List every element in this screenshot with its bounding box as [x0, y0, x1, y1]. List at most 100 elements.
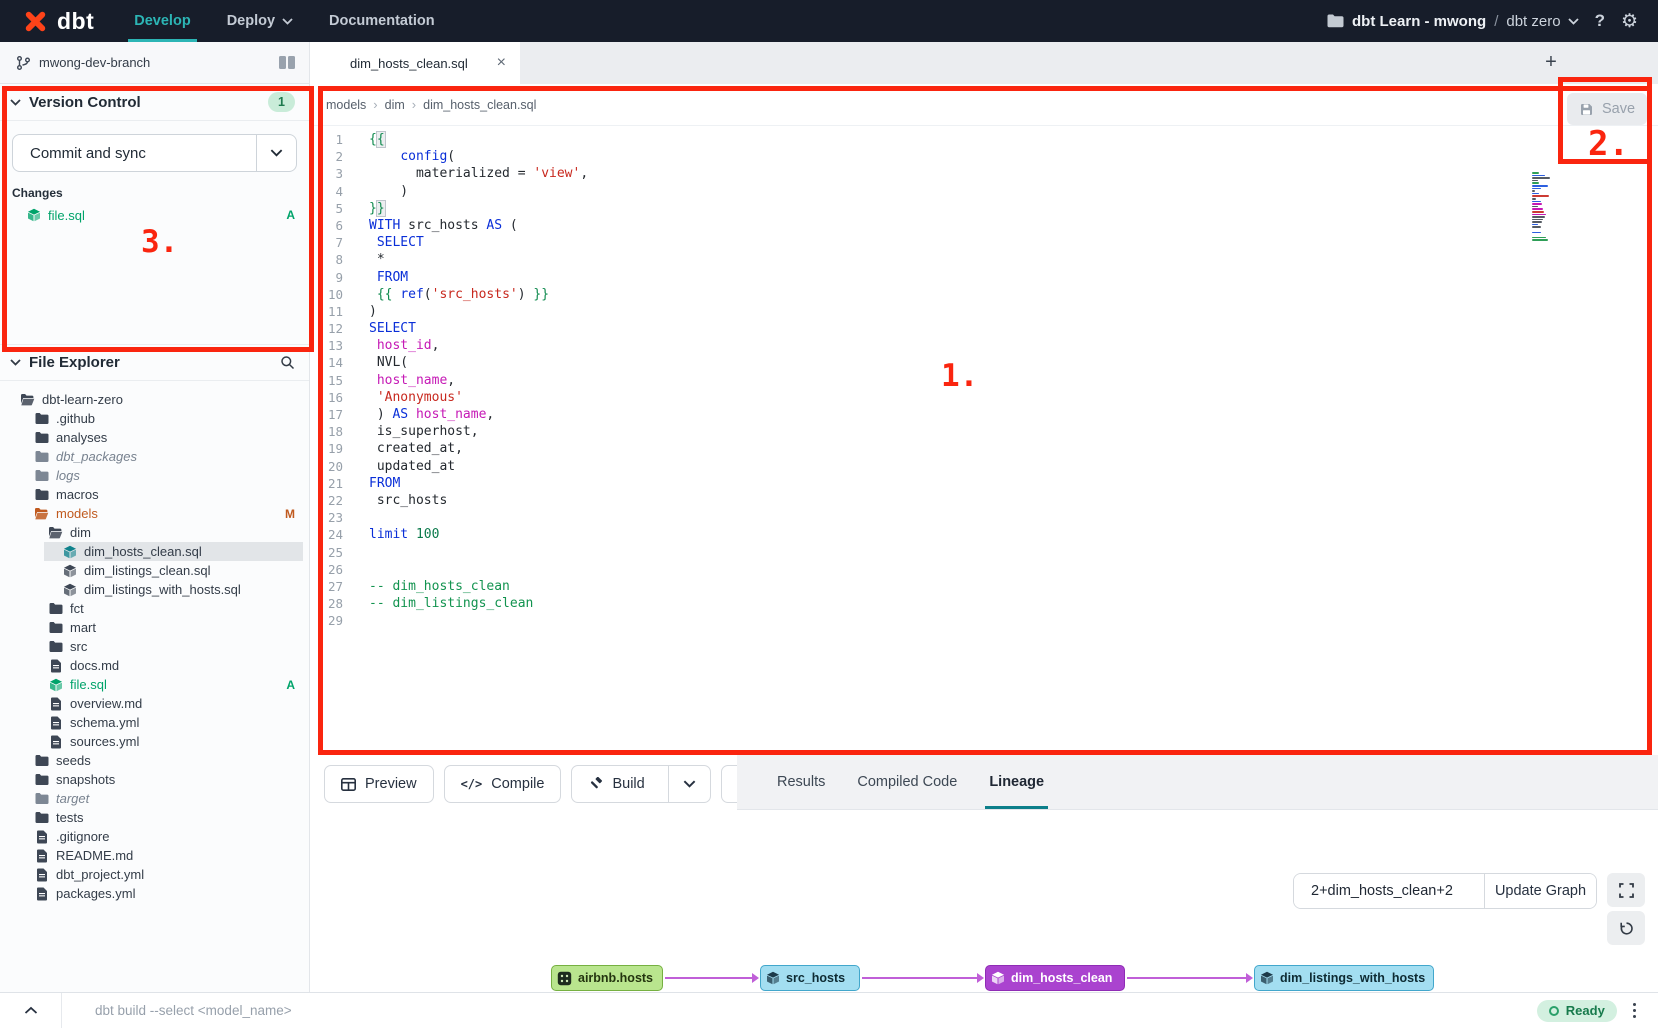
menu-item-deploy[interactable]: Deploy — [213, 0, 307, 42]
dbt-brand[interactable]: dbt — [0, 0, 120, 42]
changed-file-file.sql[interactable]: file.sqlA — [0, 204, 309, 226]
line-number: 5 — [310, 200, 356, 217]
tree-item-target[interactable]: target — [0, 789, 309, 808]
help-icon[interactable]: ? — [1595, 11, 1605, 31]
line-number: 3 — [310, 165, 356, 182]
line-number: 7 — [310, 234, 356, 251]
tree-item-file.sql[interactable]: file.sqlA — [0, 675, 309, 694]
tree-item-dbt_project.yml[interactable]: dbt_project.yml — [0, 865, 309, 884]
tab-lineage[interactable]: Lineage — [989, 755, 1044, 809]
update-graph-button[interactable]: Update Graph — [1484, 874, 1596, 908]
code-line: 22 src_hosts — [310, 492, 1658, 509]
tree-item-seeds[interactable]: seeds — [0, 751, 309, 770]
tree-item-packages.yml[interactable]: packages.yml — [0, 884, 309, 903]
commit-and-sync-button[interactable]: Commit and sync — [13, 135, 256, 171]
model-cube-icon — [991, 971, 1005, 985]
save-button[interactable]: Save — [1567, 93, 1647, 125]
tree-item-mart[interactable]: mart — [0, 618, 309, 637]
code-line: 15 host_name, — [310, 372, 1658, 389]
lineage-node-dim_hosts_clean[interactable]: dim_hosts_clean — [985, 965, 1125, 991]
line-number: 14 — [310, 354, 356, 371]
tree-item-fct[interactable]: fct — [0, 599, 309, 618]
code-text: config( — [356, 148, 455, 165]
build-split-button: Build — [571, 765, 710, 803]
tree-item-snapshots[interactable]: snapshots — [0, 770, 309, 789]
breadcrumb-file[interactable]: dim_hosts_clean.sql — [423, 98, 536, 112]
code-text: * — [356, 251, 385, 268]
changes-count-badge: 1 — [268, 92, 295, 112]
command-input[interactable] — [62, 1002, 1537, 1019]
new-tab-button[interactable]: + — [1538, 50, 1564, 76]
breadcrumb-dim[interactable]: dim — [385, 98, 405, 112]
kebab-menu-icon[interactable] — [1633, 1003, 1636, 1018]
build-options-caret[interactable] — [668, 766, 710, 802]
build-button[interactable]: Build — [572, 766, 658, 802]
lineage-filter-input[interactable] — [1294, 874, 1484, 908]
tree-item-docs.md[interactable]: docs.md — [0, 656, 309, 675]
lineage-node-airbnb.hosts[interactable]: airbnb.hosts — [551, 965, 663, 991]
project-selector[interactable]: dbt Learn - mwong / dbt zero — [1327, 13, 1579, 30]
tree-item-.gitignore[interactable]: .gitignore — [0, 827, 309, 846]
folder-icon — [34, 431, 49, 444]
collapse-panel-button[interactable] — [0, 993, 62, 1028]
tree-item-label: sources.yml — [70, 734, 139, 749]
editor-minimap[interactable] — [1532, 172, 1558, 242]
compile-button[interactable]: </> Compile — [444, 765, 562, 803]
tree-item-dim_hosts_clean.sql[interactable]: dim_hosts_clean.sql — [44, 542, 303, 561]
tree-item-sources.yml[interactable]: sources.yml — [0, 732, 309, 751]
search-icon[interactable] — [280, 355, 295, 370]
preview-button[interactable]: Preview — [324, 765, 434, 803]
close-icon[interactable]: × — [497, 54, 506, 72]
tree-item-.github[interactable]: .github — [0, 409, 309, 428]
tree-item-label: schema.yml — [70, 715, 139, 730]
tree-item-macros[interactable]: macros — [0, 485, 309, 504]
line-number: 6 — [310, 217, 356, 234]
code-text: {{ ref('src_hosts') }} — [356, 286, 549, 303]
commit-options-caret[interactable] — [256, 135, 296, 171]
gear-icon[interactable]: ⚙ — [1621, 12, 1638, 31]
fullscreen-button[interactable] — [1607, 873, 1645, 907]
tree-item-analyses[interactable]: analyses — [0, 428, 309, 447]
tab-dim-hosts-clean[interactable]: dim_hosts_clean.sql × — [310, 42, 520, 84]
tree-item-dim_listings_clean.sql[interactable]: dim_listings_clean.sql — [0, 561, 309, 580]
environment-selector[interactable]: dbt zero — [1506, 13, 1578, 30]
line-number: 28 — [310, 595, 356, 612]
model-cube-icon — [62, 583, 77, 597]
menu-item-documentation[interactable]: Documentation — [315, 0, 449, 42]
tree-item-dbt_packages[interactable]: dbt_packages — [0, 447, 309, 466]
lineage-node-src_hosts[interactable]: src_hosts — [760, 965, 860, 991]
tab-results[interactable]: Results — [777, 755, 825, 809]
split-view-icon[interactable] — [279, 56, 295, 69]
tree-item-tests[interactable]: tests — [0, 808, 309, 827]
tab-compiled-code[interactable]: Compiled Code — [857, 755, 957, 809]
code-area: 1{{2 config(3 materialized = 'view',4 )5… — [310, 131, 1658, 629]
code-editor[interactable]: 1{{2 config(3 materialized = 'view',4 )5… — [310, 126, 1658, 629]
tree-item-src[interactable]: src — [0, 637, 309, 656]
tree-item-dim_listings_with_hosts.sql[interactable]: dim_listings_with_hosts.sql — [0, 580, 309, 599]
code-text: }} — [356, 200, 385, 217]
breadcrumb-models[interactable]: models — [326, 98, 366, 112]
tree-item-README.md[interactable]: README.md — [0, 846, 309, 865]
reset-view-button[interactable] — [1607, 911, 1645, 945]
lineage-node-dim_listings_with_hosts[interactable]: dim_listings_with_hosts — [1254, 965, 1434, 991]
folder-icon — [1327, 14, 1344, 28]
tree-item-label: logs — [56, 468, 80, 483]
lineage-edge — [1127, 977, 1247, 979]
tree-item-overview.md[interactable]: overview.md — [0, 694, 309, 713]
version-control-header[interactable]: Version Control 1 — [0, 84, 309, 121]
file-explorer-title: File Explorer — [29, 354, 120, 371]
tree-item-label: models — [56, 506, 98, 521]
file-explorer-header[interactable]: File Explorer — [0, 344, 309, 381]
tree-item-dbt-learn-zero[interactable]: dbt-learn-zero — [0, 390, 309, 409]
tree-item-models[interactable]: modelsM — [0, 504, 309, 523]
tree-item-label: dim — [70, 525, 91, 540]
branch-bar[interactable]: mwong-dev-branch — [0, 42, 310, 84]
bottom-toolbar: Preview </> Compile Build Format — [310, 755, 1658, 810]
editor-pane: models › dim › dim_hosts_clean.sql Save … — [310, 84, 1658, 755]
tree-item-schema.yml[interactable]: schema.yml — [0, 713, 309, 732]
tree-item-dim[interactable]: dim — [0, 523, 309, 542]
menu-item-develop[interactable]: Develop — [120, 0, 204, 42]
code-line: 24limit 100 — [310, 526, 1658, 543]
doc-icon — [48, 716, 63, 730]
tree-item-logs[interactable]: logs — [0, 466, 309, 485]
